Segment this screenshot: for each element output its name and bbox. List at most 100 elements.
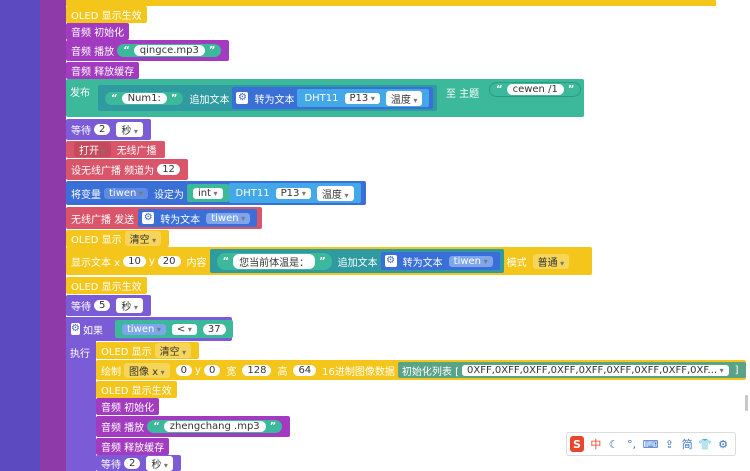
language-toggle[interactable]: 中 (589, 436, 603, 452)
measure-dropdown-2[interactable]: 温度 (316, 185, 354, 201)
radio-channel-block[interactable]: 设无线广播 频道为 12 (66, 159, 188, 180)
show-var-dropdown[interactable]: tiwen (448, 255, 493, 267)
string-input[interactable]: “qingce.mp3” (117, 44, 222, 57)
to-text-label: 转为文本 (254, 94, 295, 106)
show-text-block[interactable]: 显示文本 x 10 y 20 内容 “您当前体温是：” 追加文本 ⚙ 转为文本 … (66, 247, 592, 275)
int-dropdown[interactable]: int (192, 187, 223, 199)
do-label: 执行 (70, 349, 90, 360)
pin-dropdown[interactable]: P13 (344, 92, 380, 104)
wait-block[interactable]: 等待 2 秒 (66, 119, 151, 140)
do-wait-unit-dropdown[interactable]: 秒 (146, 455, 173, 471)
do-wait-value[interactable]: 2 (124, 457, 141, 469)
audio-init-block[interactable]: 音频 初始化 (66, 23, 130, 40)
settings-icon[interactable]: ⚙ (716, 436, 730, 452)
do-audio-release-block[interactable]: 音频 释放缓存 (96, 438, 170, 455)
cutoff-top-block[interactable] (66, 0, 716, 6)
do-oled-show-block[interactable]: OLED 显示生效 (96, 381, 177, 398)
init-list-block[interactable]: 初始化列表 [ 0XFF,0XFF,0XFF,0XFF,0XFF,0XFF,0X… (397, 362, 746, 378)
show-mode-label: 模式 (506, 257, 527, 269)
do-oled-clear-block[interactable]: OLED 显示 清空 (96, 342, 200, 359)
wait-unit-dropdown[interactable]: 秒 (116, 122, 143, 137)
keyboard-icon[interactable]: ⌨ (643, 436, 659, 452)
wait-unit-dropdown-2[interactable]: 秒 (116, 298, 143, 313)
show-mode-dropdown[interactable]: 普通 (532, 253, 570, 269)
upload-icon[interactable]: ⇪ (662, 436, 676, 452)
simplified-toggle[interactable]: 简 (680, 436, 694, 452)
num-string-input[interactable]: “Num1:” (105, 91, 184, 105)
oled-show-block[interactable]: OLED 显示生效 (66, 6, 147, 23)
outer-loop-block[interactable] (40, 0, 66, 471)
pin-dropdown-2[interactable]: P13 (275, 187, 311, 199)
draw-h-value[interactable]: 64 (293, 364, 317, 376)
do-audio-release-label: 音频 释放缓存 (101, 443, 165, 454)
shirt-icon[interactable]: 👕 (698, 436, 712, 452)
show-y-value[interactable]: 20 (157, 255, 181, 267)
show-string-input[interactable]: “您当前体温是：” (216, 252, 332, 270)
if-var-dropdown[interactable]: tiwen (121, 323, 166, 335)
topic-string-input[interactable]: “cewen /1” (489, 82, 582, 97)
wait-label-2: 等待 (71, 302, 91, 313)
topic-value[interactable]: cewen /1 (506, 84, 564, 95)
if-value[interactable]: 37 (202, 323, 226, 335)
dht11-block[interactable]: DHT11 P13 温度 (297, 89, 430, 107)
radio-on-block[interactable]: 打开 无线广播 (66, 141, 165, 158)
do-audio-string-input[interactable]: “zhengchang .mp3” (147, 420, 283, 433)
punctuation-icon[interactable]: °, (625, 436, 639, 452)
int-cast-block[interactable]: int (186, 184, 229, 202)
audio-release-label: 音频 释放缓存 (71, 67, 135, 78)
num-string-value[interactable]: Num1: (121, 92, 167, 104)
moon-icon[interactable]: ☾ (607, 436, 621, 452)
show-append-label: 追加文本 (337, 257, 378, 269)
show-append-block[interactable]: “您当前体温是：” 追加文本 ⚙ 转为文本 tiwen (209, 249, 504, 273)
radio-to-text-block[interactable]: ⚙ 转为文本 tiwen (138, 209, 258, 227)
oled-clear-dropdown[interactable]: 清空 (124, 231, 162, 246)
append-text-label: 追加文本 (189, 94, 230, 106)
draw-h-label: 高 (277, 366, 288, 378)
to-text-block[interactable]: ⚙ 转为文本 DHT11 P13 温度 (232, 87, 434, 109)
wait-block-2[interactable]: 等待 5 秒 (66, 295, 151, 316)
gear-icon[interactable]: ⚙ (384, 255, 397, 267)
oled-show-block-2[interactable]: OLED 显示生效 (66, 277, 147, 294)
ime-logo-icon[interactable]: S (570, 436, 584, 452)
gear-icon[interactable]: ⚙ (142, 212, 155, 224)
do-audio-play-block[interactable]: 音频 播放 “zhengchang .mp3” (96, 416, 291, 437)
compare-block[interactable]: tiwen < 37 (114, 320, 233, 338)
list-values-field[interactable]: 0XFF,0XFF,0XFF,0XFF,0XFF,0XFF,0XFF,0XFF,… (462, 364, 729, 376)
do-audio-file-value[interactable]: zhengchang .mp3 (163, 421, 266, 432)
if-header[interactable]: ⚙ 如果 tiwen < 37 (66, 317, 233, 341)
gear-icon[interactable]: ⚙ (71, 323, 80, 335)
audio-release-block[interactable]: 音频 释放缓存 (66, 62, 140, 79)
radio-on-dropdown[interactable]: 打开 (74, 142, 111, 157)
workspace-left-bar (0, 0, 40, 471)
append-text-block[interactable]: “Num1:” 追加文本 ⚙ 转为文本 DHT11 P13 温度 (98, 85, 438, 111)
oled-clear-block[interactable]: OLED 显示 清空 (66, 230, 170, 247)
radio-channel-value[interactable]: 12 (157, 164, 180, 175)
set-variable-block[interactable]: 将变量 tiwen 设定为 int DHT11 P13 温度 (66, 181, 366, 205)
show-to-text-block[interactable]: ⚙ 转为文本 tiwen (380, 252, 500, 270)
gear-icon[interactable]: ⚙ (236, 92, 249, 104)
draw-w-value[interactable]: 128 (242, 364, 272, 376)
draw-image-block[interactable]: 绘制 图像 x 0 y 0 宽 128 高 64 16进制图像数据 初始化列表 … (96, 360, 746, 380)
radio-send-label: 无线广播 发送 (71, 214, 135, 226)
wait-value-2[interactable]: 5 (94, 300, 111, 311)
audio-play-block[interactable]: 音频 播放 “qingce.mp3” (66, 40, 230, 61)
scrollbar[interactable] (745, 395, 748, 411)
var-name-dropdown[interactable]: tiwen (104, 187, 148, 199)
do-audio-init-block[interactable]: 音频 初始化 (96, 398, 160, 415)
radio-send-block[interactable]: 无线广播 发送 ⚙ 转为文本 tiwen (66, 207, 263, 229)
ime-toolbar[interactable]: S 中 ☾ °, ⌨ ⇪ 简 👕 ⚙ (566, 432, 736, 456)
do-wait-block[interactable]: 等待 2 秒 (96, 455, 181, 471)
do-oled-clear-dropdown[interactable]: 清空 (154, 343, 192, 358)
measure-dropdown[interactable]: 温度 (385, 90, 423, 106)
show-string-value[interactable]: 您当前体温是： (233, 253, 316, 269)
draw-y-value[interactable]: 0 (203, 364, 221, 376)
radio-send-var-dropdown[interactable]: tiwen (206, 212, 251, 224)
wait-value[interactable]: 2 (94, 124, 111, 135)
init-list-label: 初始化列表 [ (401, 366, 459, 378)
dht11-block-2[interactable]: DHT11 P13 温度 (228, 183, 361, 203)
draw-x-value[interactable]: 0 (175, 364, 193, 376)
show-x-value[interactable]: 10 (123, 255, 146, 267)
audio-file-value[interactable]: qingce.mp3 (133, 45, 205, 56)
if-op-dropdown[interactable]: < (171, 323, 197, 335)
draw-image-dropdown[interactable]: 图像 x (124, 362, 170, 378)
